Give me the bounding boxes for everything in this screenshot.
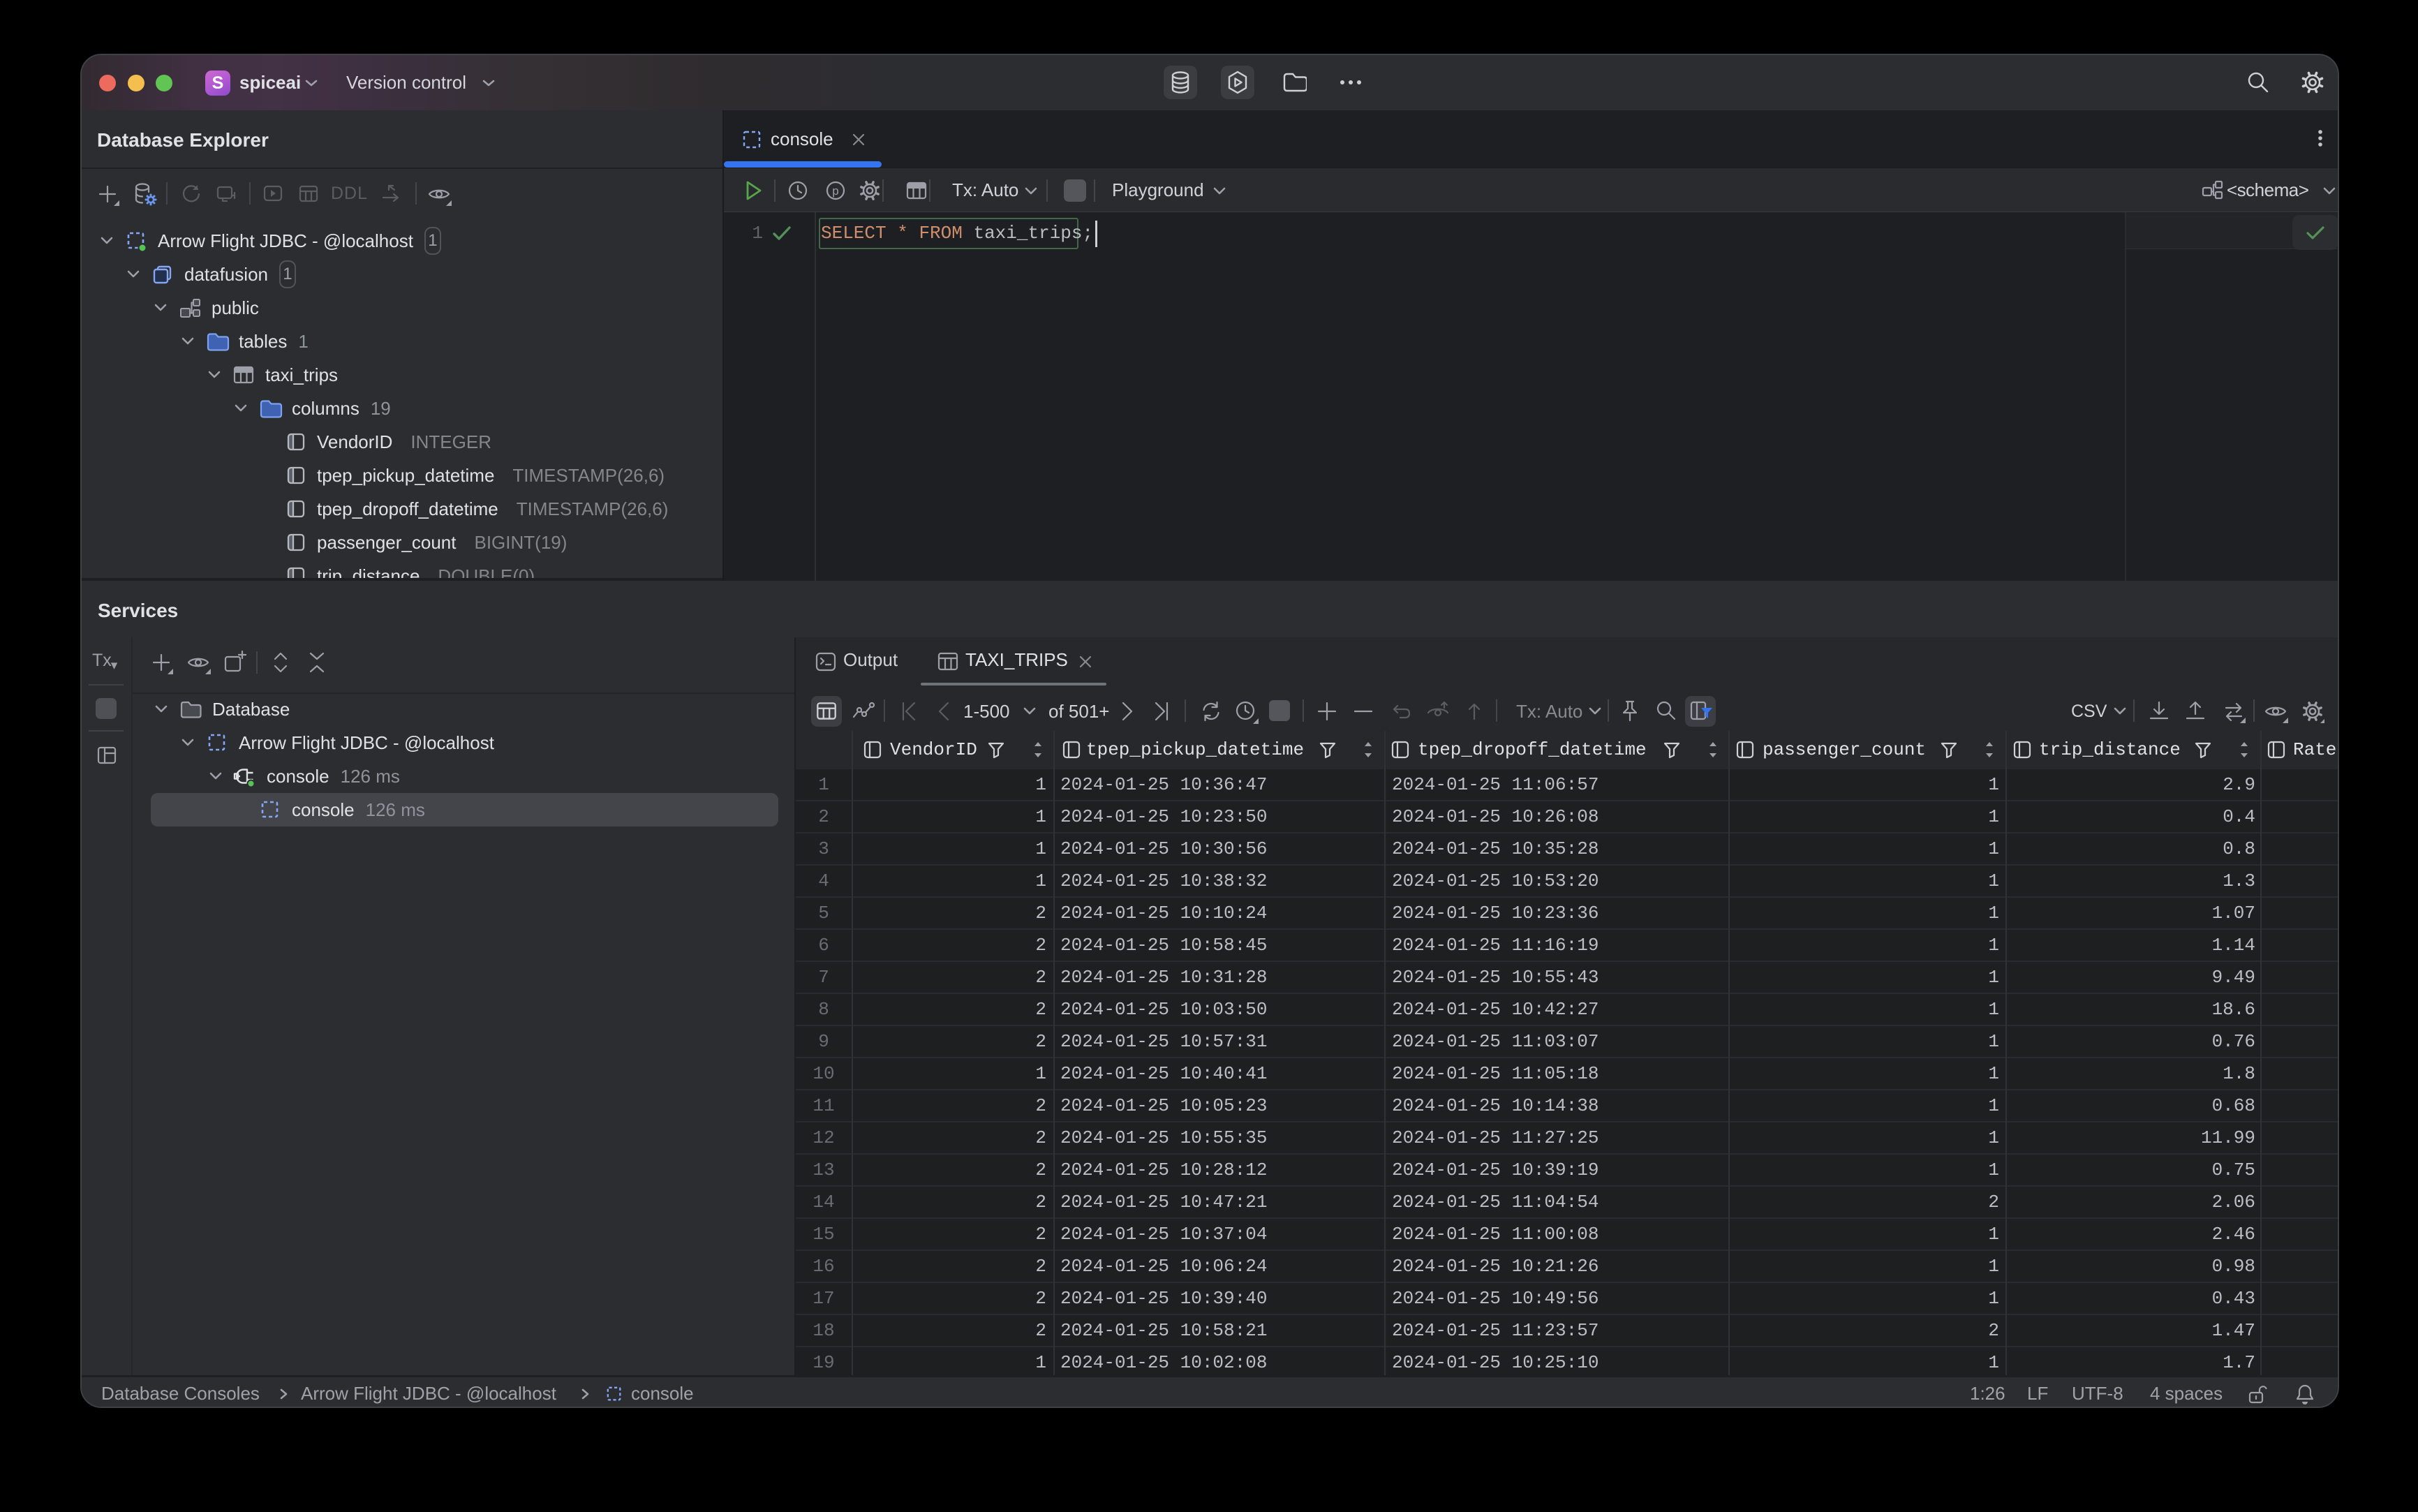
svg-text:p: p (832, 184, 838, 198)
